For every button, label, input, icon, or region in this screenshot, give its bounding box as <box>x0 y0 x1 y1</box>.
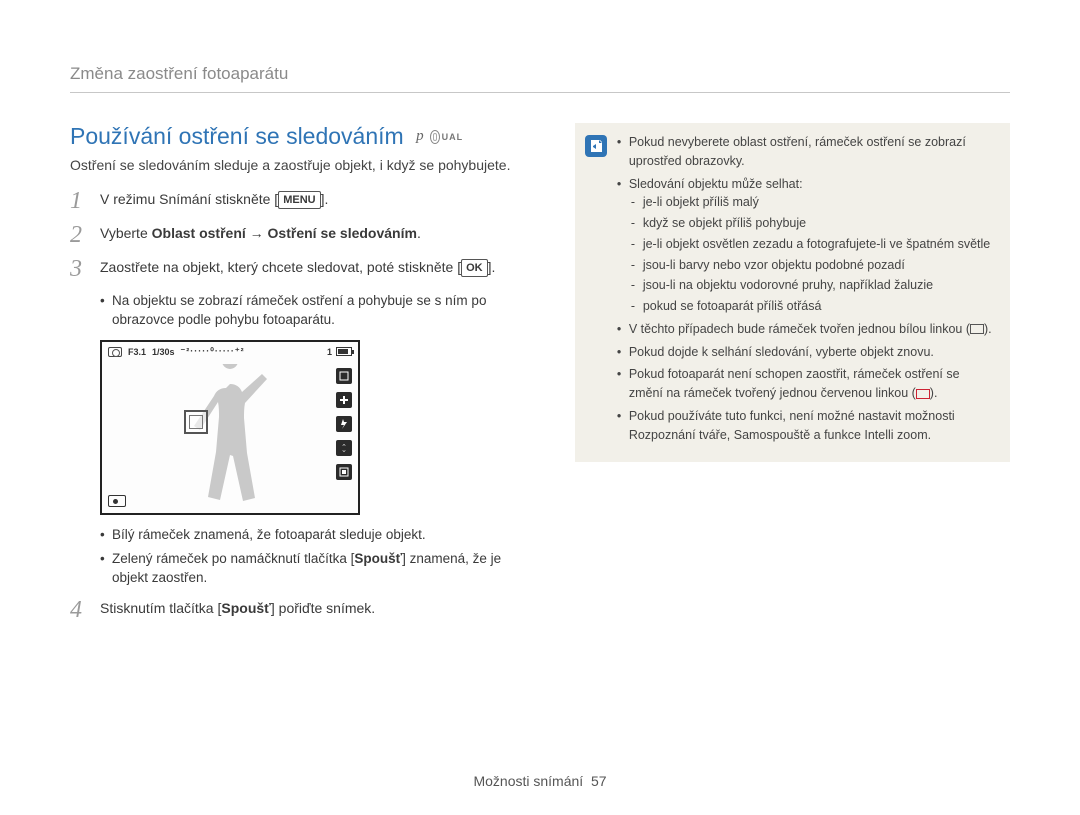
step-3-bullet-3: Zelený rámeček po namáčknutí tlačítka [S… <box>100 549 535 588</box>
step-number: 3 <box>70 257 88 281</box>
footer-page-number: 57 <box>591 773 607 789</box>
page-footer: Možnosti snímání 57 <box>0 773 1080 789</box>
step-2-option-1: Oblast ostření <box>152 225 246 241</box>
person-silhouette <box>180 364 280 509</box>
note-item-1: Pokud nevyberete oblast ostření, rámeček… <box>617 133 994 171</box>
note-item-2c: je-li objekt osvětlen zezadu a fotografu… <box>629 235 994 254</box>
mode-p-icon: p <box>416 128 424 145</box>
dual-text: UAL <box>442 132 464 142</box>
note-item-2-text: Sledování objektu může selhat: <box>629 177 803 191</box>
lcd-af-point-icon <box>108 495 126 507</box>
note-3-pre: V těchto případech bude rámeček tvořen j… <box>629 322 970 336</box>
step-3-bullet-2: Bílý rámeček znamená, že fotoaparát sled… <box>100 525 535 545</box>
lcd-exposure-icon <box>336 392 352 408</box>
note-item-4: Pokud dojde k selhání sledování, vyberte… <box>617 343 994 362</box>
lcd-stabilize-icon <box>336 440 352 456</box>
note-item-5: Pokud fotoaparát není schopen zaostřit, … <box>617 365 994 403</box>
lcd-count: 1 <box>327 347 332 357</box>
step-3: 3 Zaostřete na objekt, který chcete sled… <box>70 257 535 281</box>
note-5-pre: Pokud fotoaparát není schopen zaostřit, … <box>629 367 960 400</box>
shutter-label: Spoušť <box>354 551 402 566</box>
mode-icons: p UAL <box>416 128 463 145</box>
footer-section-label: Možnosti snímání <box>473 773 583 789</box>
step-number: 2 <box>70 223 88 247</box>
note-5-post: ). <box>930 386 938 400</box>
step-3-post: ]. <box>488 259 496 275</box>
step-number: 4 <box>70 598 88 622</box>
lcd-focus-icon <box>336 464 352 480</box>
lcd-shutter: 1/30s <box>152 347 175 357</box>
note-item-2a: je-li objekt příliš malý <box>629 193 994 212</box>
step-1-text-post: ]. <box>321 191 329 207</box>
red-rect-icon <box>916 389 930 399</box>
note-3-post: ). <box>984 322 992 336</box>
lcd-mode-icon <box>336 368 352 384</box>
note-item-2e: jsou-li na objektu vodorovné pruhy, např… <box>629 276 994 295</box>
camera-lcd-illustration: F3.1 1/30s ⁻²·····⁰·····⁺² 1 <box>100 340 360 515</box>
step-1-text-pre: V režimu Snímání stiskněte [ <box>100 191 278 207</box>
lcd-aperture: F3.1 <box>128 347 146 357</box>
step-2-post: . <box>417 225 421 241</box>
shutter-label2: Spoušť <box>221 600 271 616</box>
breadcrumb: Změna zaostření fotoaparátu <box>70 64 1010 93</box>
note-icon <box>585 135 607 157</box>
step-2-arrow: → <box>246 225 268 241</box>
step-3-b3-pre: Zelený rámeček po namáčknutí tlačítka [ <box>112 551 354 566</box>
mode-dual-icon: UAL <box>430 130 464 144</box>
note-item-2b: když se objekt příliš pohybuje <box>629 214 994 233</box>
note-item-6: Pokud používáte tuto funkci, není možné … <box>617 407 994 445</box>
step-number: 1 <box>70 189 88 213</box>
battery-icon <box>336 347 352 356</box>
ok-button-label: OK <box>461 259 488 277</box>
note-item-2f: pokud se fotoaparát příliš otřásá <box>629 297 994 316</box>
note-item-2: Sledování objektu může selhat: je-li obj… <box>617 175 994 316</box>
section-title: Používání ostření se sledováním <box>70 123 404 150</box>
camera-icon <box>108 347 122 357</box>
step-4-post: ] pořiďte snímek. <box>271 600 375 616</box>
menu-button-label: MENU <box>278 191 320 209</box>
step-2-pre: Vyberte <box>100 225 152 241</box>
lcd-flash-icon <box>336 416 352 432</box>
note-item-3: V těchto případech bude rámeček tvořen j… <box>617 320 994 339</box>
step-3-bullet-1: Na objektu se zobrazí rámeček ostření a … <box>100 291 535 330</box>
step-2-option-2: Ostření se sledováním <box>268 225 417 241</box>
white-rect-icon <box>970 324 984 334</box>
step-3-pre: Zaostřete na objekt, který chcete sledov… <box>100 259 461 275</box>
note-box: Pokud nevyberete oblast ostření, rámeček… <box>575 123 1010 462</box>
step-4: 4 Stisknutím tlačítka [Spoušť] pořiďte s… <box>70 598 535 622</box>
focus-frame-icon <box>184 410 208 434</box>
note-item-2d: jsou-li barvy nebo vzor objektu podobné … <box>629 256 994 275</box>
step-2: 2 Vyberte Oblast ostření → Ostření se sl… <box>70 223 535 247</box>
intro-text: Ostření se sledováním sleduje a zaostřuj… <box>70 156 535 175</box>
step-1: 1 V režimu Snímání stiskněte [MENU]. <box>70 189 535 213</box>
lcd-ev-scale: ⁻²·····⁰·····⁺² <box>181 346 245 357</box>
fingerprint-icon <box>430 130 440 144</box>
step-4-pre: Stisknutím tlačítka [ <box>100 600 221 616</box>
